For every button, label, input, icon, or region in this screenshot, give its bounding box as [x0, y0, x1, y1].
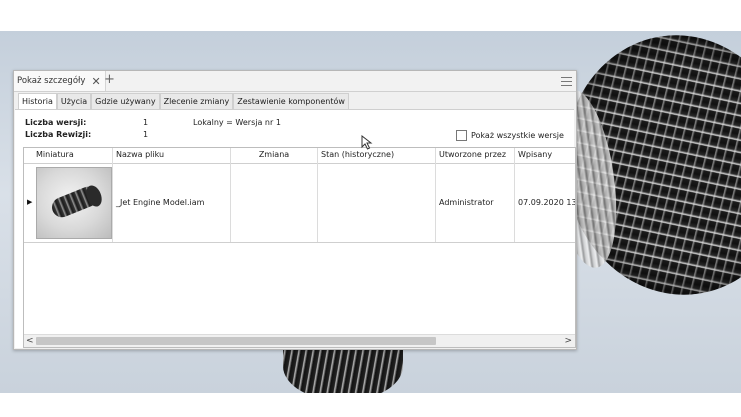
history-table: Miniatura Nazwa pliku Zmiana Stan (histo… [23, 147, 576, 348]
jet-engine-thumbnail [36, 166, 112, 239]
revisions-count-value: 1 [143, 130, 149, 139]
thumbnail-cell [24, 163, 113, 242]
show-all-versions-toggle[interactable]: Pokaż wszystkie wersje [456, 130, 564, 141]
column-header-change[interactable]: Zmiana [231, 148, 318, 163]
hamburger-icon[interactable] [561, 74, 572, 86]
column-header-entered[interactable]: Wpisany [515, 148, 575, 163]
tab-gdzie-uzywany[interactable]: Gdzie używany [91, 93, 160, 109]
entered-cell: 07.09.2020 13 [518, 198, 575, 207]
subtab-bar: Historia Użycia Gdzie używany Zlecenie z… [18, 93, 349, 110]
scrollbar-thumb[interactable] [36, 337, 436, 345]
close-icon[interactable]: ✕ [91, 75, 100, 88]
versions-count-label: Liczba wersji: [25, 118, 87, 127]
mouse-cursor-icon [361, 135, 373, 150]
column-header-created-by[interactable]: Utworzone przez [436, 148, 515, 163]
state-cell [318, 163, 436, 242]
created-by-cell: Administrator [436, 163, 515, 242]
change-cell [231, 163, 318, 242]
column-header-state[interactable]: Stan (historyczne) [318, 148, 436, 163]
tab-zlecenie-zmiany[interactable]: Zlecenie zmiany [159, 93, 234, 109]
horizontal-scrollbar[interactable]: < > [24, 334, 575, 347]
versions-count-value: 1 [143, 118, 149, 127]
add-tab-icon[interactable]: + [104, 72, 115, 87]
tab-details[interactable]: Pokaż szczegóły ✕ [14, 71, 106, 91]
table-row[interactable]: ▶ _Jet Engine Model.iam Administrator 07… [24, 163, 575, 243]
tab-historia[interactable]: Historia [18, 93, 57, 110]
column-header-thumbnail[interactable]: Miniatura [24, 148, 113, 163]
file-name-cell[interactable]: _Jet Engine Model.iam [113, 163, 231, 242]
show-all-versions-checkbox[interactable] [456, 130, 467, 141]
revisions-count-label: Liczba Rewizji: [25, 130, 92, 139]
tab-details-label: Pokaż szczegóły [17, 76, 86, 86]
local-version-label: Lokalny = Wersja nr 1 [193, 118, 281, 127]
history-content: Liczba wersji: 1 Lokalny = Wersja nr 1 L… [15, 109, 576, 348]
panel-header: Pokaż szczegóły ✕ + [14, 71, 576, 92]
details-panel: Pokaż szczegóły ✕ + Historia Użycia Gdzi… [13, 70, 577, 350]
table-header: Miniatura Nazwa pliku Zmiana Stan (histo… [24, 148, 575, 164]
show-all-versions-label: Pokaż wszystkie wersje [471, 131, 564, 140]
tab-uzycia[interactable]: Użycia [56, 93, 92, 109]
column-header-file-name[interactable]: Nazwa pliku [113, 148, 231, 163]
scroll-left-icon[interactable]: < [26, 335, 34, 347]
tab-zestawienie-komponentow[interactable]: Zestawienie komponentów [233, 93, 349, 109]
scroll-right-icon[interactable]: > [564, 335, 572, 347]
